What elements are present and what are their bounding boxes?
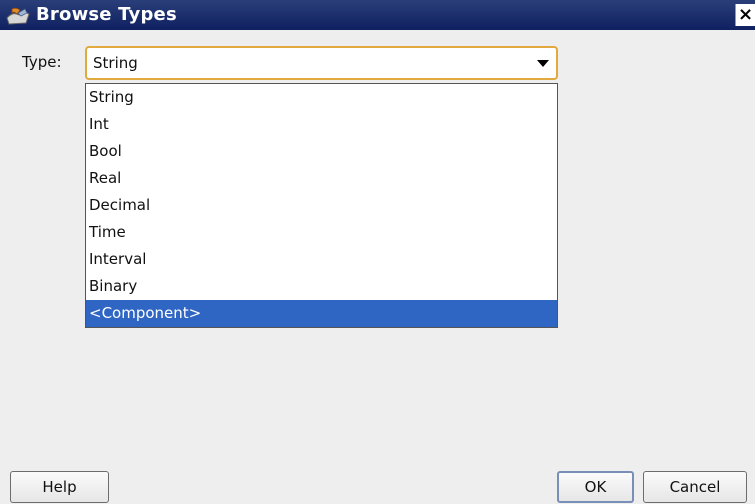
list-item-decimal[interactable]: Decimal: [86, 192, 557, 219]
type-combobox-value: String: [93, 54, 138, 72]
type-label: Type:: [22, 53, 62, 71]
list-item-int[interactable]: Int: [86, 111, 557, 138]
browse-types-icon: [4, 5, 32, 27]
list-item-string[interactable]: String: [86, 84, 557, 111]
window-title: Browse Types: [36, 4, 177, 25]
browse-types-dialog: Browse Types × Type: String String Int B…: [0, 0, 755, 504]
help-button[interactable]: Help: [10, 471, 109, 503]
cancel-button[interactable]: Cancel: [643, 471, 747, 503]
list-item-bool[interactable]: Bool: [86, 138, 557, 165]
ok-button[interactable]: OK: [557, 471, 634, 503]
list-item-binary[interactable]: Binary: [86, 273, 557, 300]
type-dropdown-list[interactable]: String Int Bool Real Decimal Time Interv…: [85, 83, 558, 328]
list-item-component[interactable]: <Component>: [86, 300, 557, 327]
list-item-interval[interactable]: Interval: [86, 246, 557, 273]
type-combobox[interactable]: String: [85, 46, 558, 80]
list-item-time[interactable]: Time: [86, 219, 557, 246]
close-button[interactable]: ×: [735, 4, 755, 26]
title-bar[interactable]: Browse Types ×: [0, 0, 755, 30]
chevron-down-icon[interactable]: [537, 60, 549, 67]
list-item-real[interactable]: Real: [86, 165, 557, 192]
